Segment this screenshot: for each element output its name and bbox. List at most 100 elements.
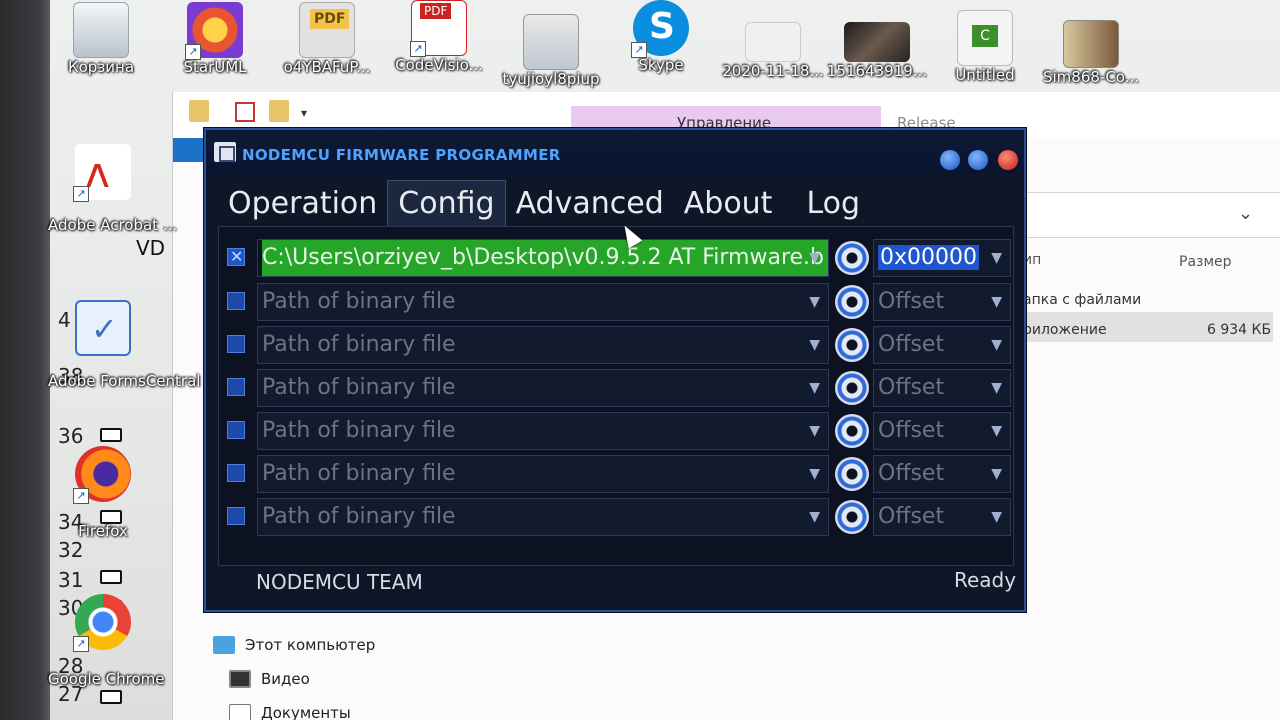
gear-icon[interactable] [835, 457, 869, 491]
video-icon [229, 670, 251, 688]
binary-path-combobox[interactable]: Path of binary file ▼ [257, 369, 829, 407]
desktop-icon-adobe-acrobat[interactable]: ʌ ↗ Adobe Acrobat ... [48, 144, 177, 234]
desktop-icon-recycle-bin[interactable]: Корзина [46, 2, 156, 76]
desktop-icon-staruml[interactable]: ↗ StarUML [160, 2, 270, 76]
tab-log[interactable]: Log [796, 180, 870, 226]
binary-path-combobox[interactable]: Path of binary file ▼ [257, 498, 829, 536]
binary-path-combobox[interactable]: Path of binary file ▼ [257, 455, 829, 493]
binary-path-combobox[interactable]: Path of binary file ▼ [257, 326, 829, 364]
chevron-down-icon[interactable]: ▼ [809, 327, 820, 363]
desktop-icon-printer[interactable]: tyujioyl8piup [496, 14, 606, 88]
tab-advanced[interactable]: Advanced [506, 180, 674, 226]
ruler-number: 32 [58, 538, 84, 562]
row-checkbox[interactable] [227, 378, 245, 396]
row-checkbox[interactable] [227, 292, 245, 310]
gear-icon[interactable] [835, 371, 869, 405]
chevron-down-icon[interactable]: ▼ [991, 499, 1002, 535]
chevron-down-icon[interactable]: ▼ [809, 240, 820, 276]
desktop-icon-formscentral[interactable]: ✓ Adobe FormsCentral [48, 300, 200, 390]
offset-placeholder: Offset [878, 332, 945, 357]
desktop-icon-firefox[interactable]: ↗ Firefox [48, 446, 158, 540]
gear-icon[interactable] [835, 285, 869, 319]
offset-combobox[interactable]: 0x00000 ▼ [873, 239, 1011, 277]
gear-icon[interactable] [835, 414, 869, 448]
minimize-button[interactable] [940, 150, 960, 170]
row-checkbox[interactable] [227, 507, 245, 525]
offset-combobox[interactable]: Offset ▼ [873, 369, 1011, 407]
file-row-type[interactable]: апка с файлами [1023, 292, 1141, 308]
ruler-mark [100, 570, 122, 584]
nav-this-pc[interactable]: Этот компьютер [213, 636, 375, 654]
new-folder-icon[interactable] [269, 100, 289, 122]
nav-documents[interactable]: Документы [229, 704, 351, 720]
offset-placeholder: Offset [878, 418, 945, 443]
firmware-row: Path of binary file ▼ Offset ▼ [223, 281, 1011, 321]
desktop-icon-label: Skype [638, 56, 684, 74]
offset-combobox[interactable]: Offset ▼ [873, 283, 1011, 321]
monitor-bezel [0, 0, 50, 720]
gear-icon[interactable] [835, 328, 869, 362]
offset-combobox[interactable]: Offset ▼ [873, 412, 1011, 450]
address-dropdown[interactable]: ⌄ [1013, 192, 1280, 238]
title-bar[interactable]: NODEMCU FIRMWARE PROGRAMMER [206, 130, 1024, 174]
chevron-down-icon[interactable]: ▼ [809, 370, 820, 406]
properties-icon[interactable] [235, 102, 255, 122]
window-title: NODEMCU FIRMWARE PROGRAMMER [242, 146, 561, 164]
column-size[interactable]: Размер [1179, 254, 1232, 270]
offset-combobox[interactable]: Offset ▼ [873, 326, 1011, 364]
binary-path-combobox[interactable]: Path of binary file ▼ [257, 283, 829, 321]
desktop-icon-google-chrome[interactable]: ↗ Google Chrome [48, 594, 165, 688]
partial-label: VD [136, 236, 166, 260]
desktop-icon-label: Google Chrome [48, 670, 165, 688]
desktop-icon-skype[interactable]: S ↗ Skype [606, 0, 716, 74]
pdf-file-icon: PDF [299, 2, 355, 58]
codevision-icon: PDF ↗ [410, 0, 467, 57]
shortcut-arrow-icon: ↗ [73, 186, 89, 202]
row-checkbox[interactable] [227, 335, 245, 353]
customize-toolbar-icon[interactable]: ▾ [301, 106, 307, 120]
chevron-down-icon[interactable]: ▼ [809, 284, 820, 320]
offset-placeholder: Offset [878, 289, 945, 314]
desktop-icon-sim868[interactable]: Sim868-Co... [1036, 20, 1146, 86]
chevron-down-icon[interactable]: ▼ [991, 456, 1002, 492]
desktop-icon-label: Firefox [78, 522, 128, 540]
firmware-row: Path of binary file ▼ Offset ▼ [223, 496, 1011, 536]
folder-icon[interactable] [189, 100, 209, 122]
desktop-icon-photo[interactable]: 151643919... [822, 22, 932, 80]
gear-icon[interactable] [835, 500, 869, 534]
gear-icon[interactable] [835, 241, 869, 275]
row-checkbox[interactable]: ✕ [227, 247, 245, 266]
tab-config[interactable]: Config [387, 180, 506, 226]
chevron-down-icon[interactable]: ⌄ [1238, 203, 1253, 224]
chevron-down-icon[interactable]: ▼ [809, 499, 820, 535]
close-button[interactable] [998, 150, 1018, 170]
binary-path-combobox[interactable]: Path of binary file ▼ [257, 412, 829, 450]
nav-videos[interactable]: Видео [229, 670, 310, 688]
binary-path-combobox[interactable]: C:\Users\orziyev_b\Desktop\v0.9.5.2 AT F… [257, 239, 829, 277]
desktop-icon-image-2020[interactable]: 2020-11-18... [718, 22, 828, 80]
chevron-down-icon[interactable]: ▼ [991, 370, 1002, 406]
offset-value: 0x00000 [878, 245, 980, 270]
chevron-down-icon[interactable]: ▼ [991, 413, 1002, 449]
maximize-button[interactable] [968, 150, 988, 170]
chevron-down-icon[interactable]: ▼ [809, 413, 820, 449]
desktop-icon-codevision[interactable]: PDF ↗ CodeVisio... [384, 0, 494, 74]
chevron-down-icon[interactable]: ▼ [809, 456, 820, 492]
file-row-size: 6 934 КБ [1207, 322, 1272, 338]
desktop-icon-pdf-file[interactable]: PDF o4YBAFuP... [272, 2, 382, 76]
offset-combobox[interactable]: Offset ▼ [873, 455, 1011, 493]
desktop-icon-label: 2020-11-18... [722, 62, 824, 80]
offset-combobox[interactable]: Offset ▼ [873, 498, 1011, 536]
shortcut-arrow-icon: ↗ [73, 488, 89, 504]
file-row-type[interactable]: риложение [1023, 322, 1107, 338]
row-checkbox[interactable] [227, 464, 245, 482]
chevron-down-icon[interactable]: ▼ [991, 240, 1002, 276]
chevron-down-icon[interactable]: ▼ [991, 327, 1002, 363]
chevron-down-icon[interactable]: ▼ [991, 284, 1002, 320]
tab-about[interactable]: About [674, 180, 783, 226]
desktop-icon-untitled[interactable]: C Untitled [930, 10, 1040, 84]
row-checkbox[interactable] [227, 421, 245, 439]
desktop-icon-label: Sim868-Co... [1042, 68, 1140, 86]
recycle-bin-icon [73, 2, 129, 58]
tab-operation[interactable]: Operation [218, 180, 387, 226]
